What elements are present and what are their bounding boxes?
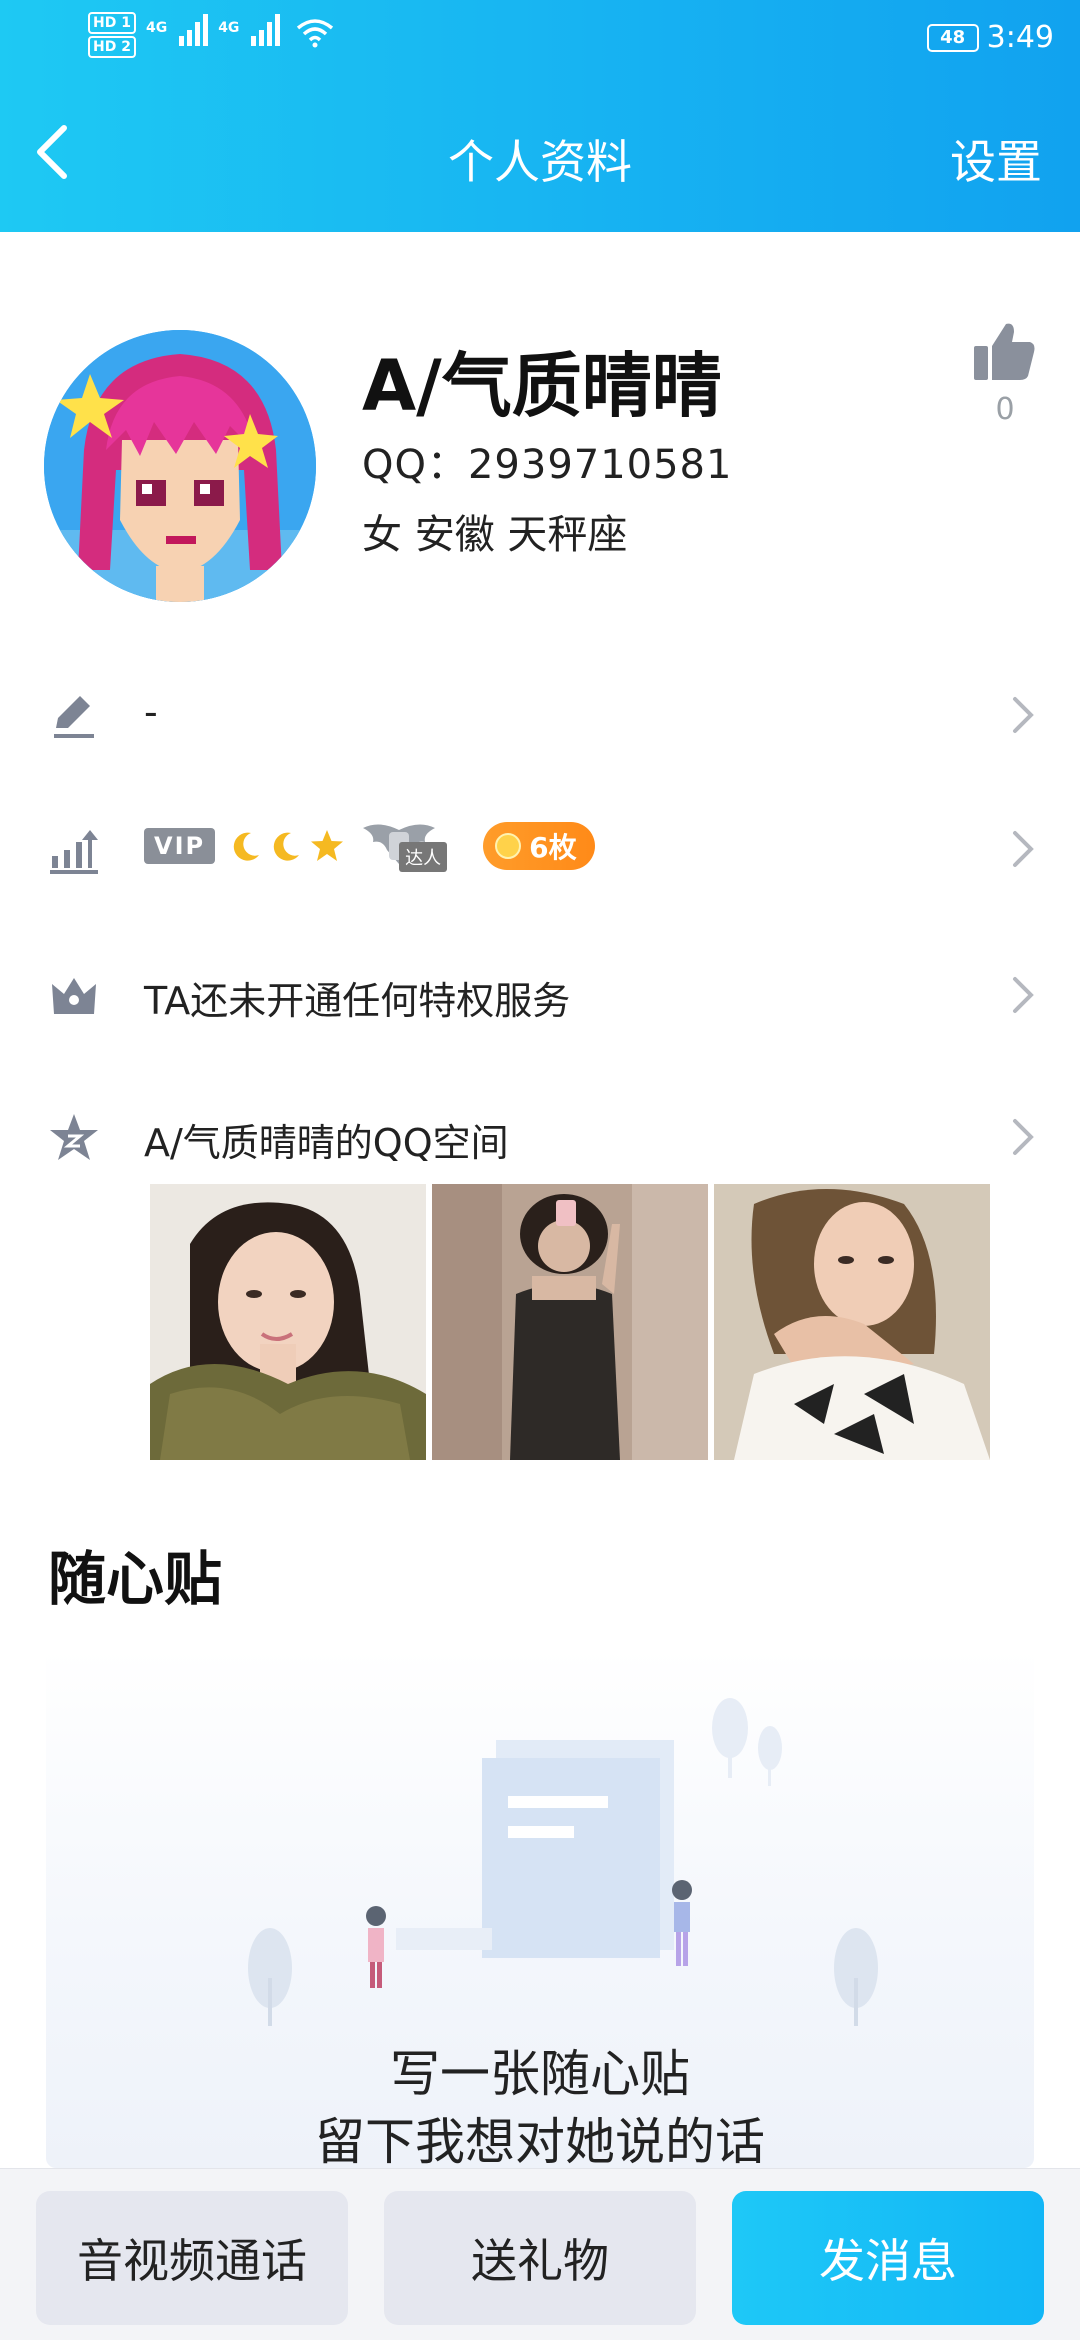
signal-icon <box>179 12 209 46</box>
network-type-1: 4G <box>145 20 168 36</box>
profile-name: A/气质晴晴 <box>362 345 722 427</box>
badge-group: VIP 达人 6枚 <box>144 820 595 872</box>
vip-badge: VIP <box>144 828 216 864</box>
photo-1[interactable] <box>150 1184 426 1460</box>
hd1-badge: HD 1 <box>88 12 136 34</box>
moon-icon <box>233 832 260 861</box>
signal-group: HD 1 HD 2 4G 4G <box>88 12 334 58</box>
wifi-icon <box>297 19 334 48</box>
medal-count: 6枚 <box>529 831 577 864</box>
qq-number: QQ：2939710581 <box>362 442 733 488</box>
level-chart-icon <box>50 830 98 874</box>
daren-label: 达人 <box>399 842 448 872</box>
signature-text: - <box>144 690 158 734</box>
battery-icon: 48 <box>926 23 979 52</box>
status-right: 48 3:49 <box>926 20 1054 55</box>
status-bar: HD 1 HD 2 4G 4G 48 3:49 <box>0 0 1080 80</box>
header: HD 1 HD 2 4G 4G 48 3:49 个人资料 设置 <box>0 0 1080 232</box>
privilege-text: TA还未开通任何特权服务 <box>144 979 571 1023</box>
chevron-right-icon <box>1013 977 1034 1013</box>
signal-icon-2 <box>251 12 281 46</box>
photo-2[interactable] <box>432 1184 708 1460</box>
like-button[interactable]: 0 <box>970 318 1040 427</box>
level-icons <box>229 828 345 864</box>
settings-button[interactable]: 设置 <box>950 126 1042 192</box>
qzone-text: A/气质晴晴的QQ空间 <box>144 1121 509 1165</box>
medal-icon <box>495 833 522 859</box>
chevron-right-icon <box>1013 697 1034 733</box>
page-title: 个人资料 <box>448 135 632 189</box>
send-gift-button[interactable]: 送礼物 <box>384 2191 696 2325</box>
chevron-right-icon <box>1013 1119 1034 1155</box>
daren-badge: 达人 <box>359 820 469 872</box>
card-prompt-line1: 写一张随心贴 <box>390 2045 690 2103</box>
chevron-right-icon <box>1013 831 1034 867</box>
av-call-button[interactable]: 音视频通话 <box>36 2191 348 2325</box>
privilege-row[interactable]: TA还未开通任何特权服务 <box>0 944 1080 1044</box>
level-row[interactable]: VIP 达人 6枚 <box>0 798 1080 898</box>
profile-info: 女 安徽 天秤座 <box>362 512 628 558</box>
thumbs-up-icon[interactable] <box>972 318 1038 384</box>
signature-row[interactable]: - <box>0 664 1080 764</box>
edit-icon <box>54 696 94 738</box>
avatar[interactable] <box>44 330 316 602</box>
qzone-photos <box>150 1184 990 1460</box>
nav-bar: 个人资料 设置 <box>0 110 1080 200</box>
hd-badges: HD 1 HD 2 <box>88 12 136 58</box>
crown-icon <box>52 978 96 1014</box>
qzone-star-icon <box>50 1114 98 1160</box>
section-title: 随心贴 <box>48 1545 223 1613</box>
send-message-button[interactable]: 发消息 <box>732 2191 1044 2325</box>
moon-icon <box>273 832 300 861</box>
card-prompt-line2: 留下我想对她说的话 <box>315 2113 765 2171</box>
photo-3[interactable] <box>714 1184 990 1460</box>
like-count: 0 <box>995 392 1015 427</box>
qzone-row[interactable]: A/气质晴晴的QQ空间 <box>0 1086 1080 1186</box>
bottom-action-bar: 音视频通话 送礼物 发消息 <box>0 2168 1080 2340</box>
star-icon <box>311 830 344 861</box>
clock: 3:49 <box>986 20 1054 55</box>
medal-badge: 6枚 <box>483 822 595 870</box>
network-type-2: 4G <box>218 20 240 36</box>
hd2-badge: HD 2 <box>88 36 136 58</box>
